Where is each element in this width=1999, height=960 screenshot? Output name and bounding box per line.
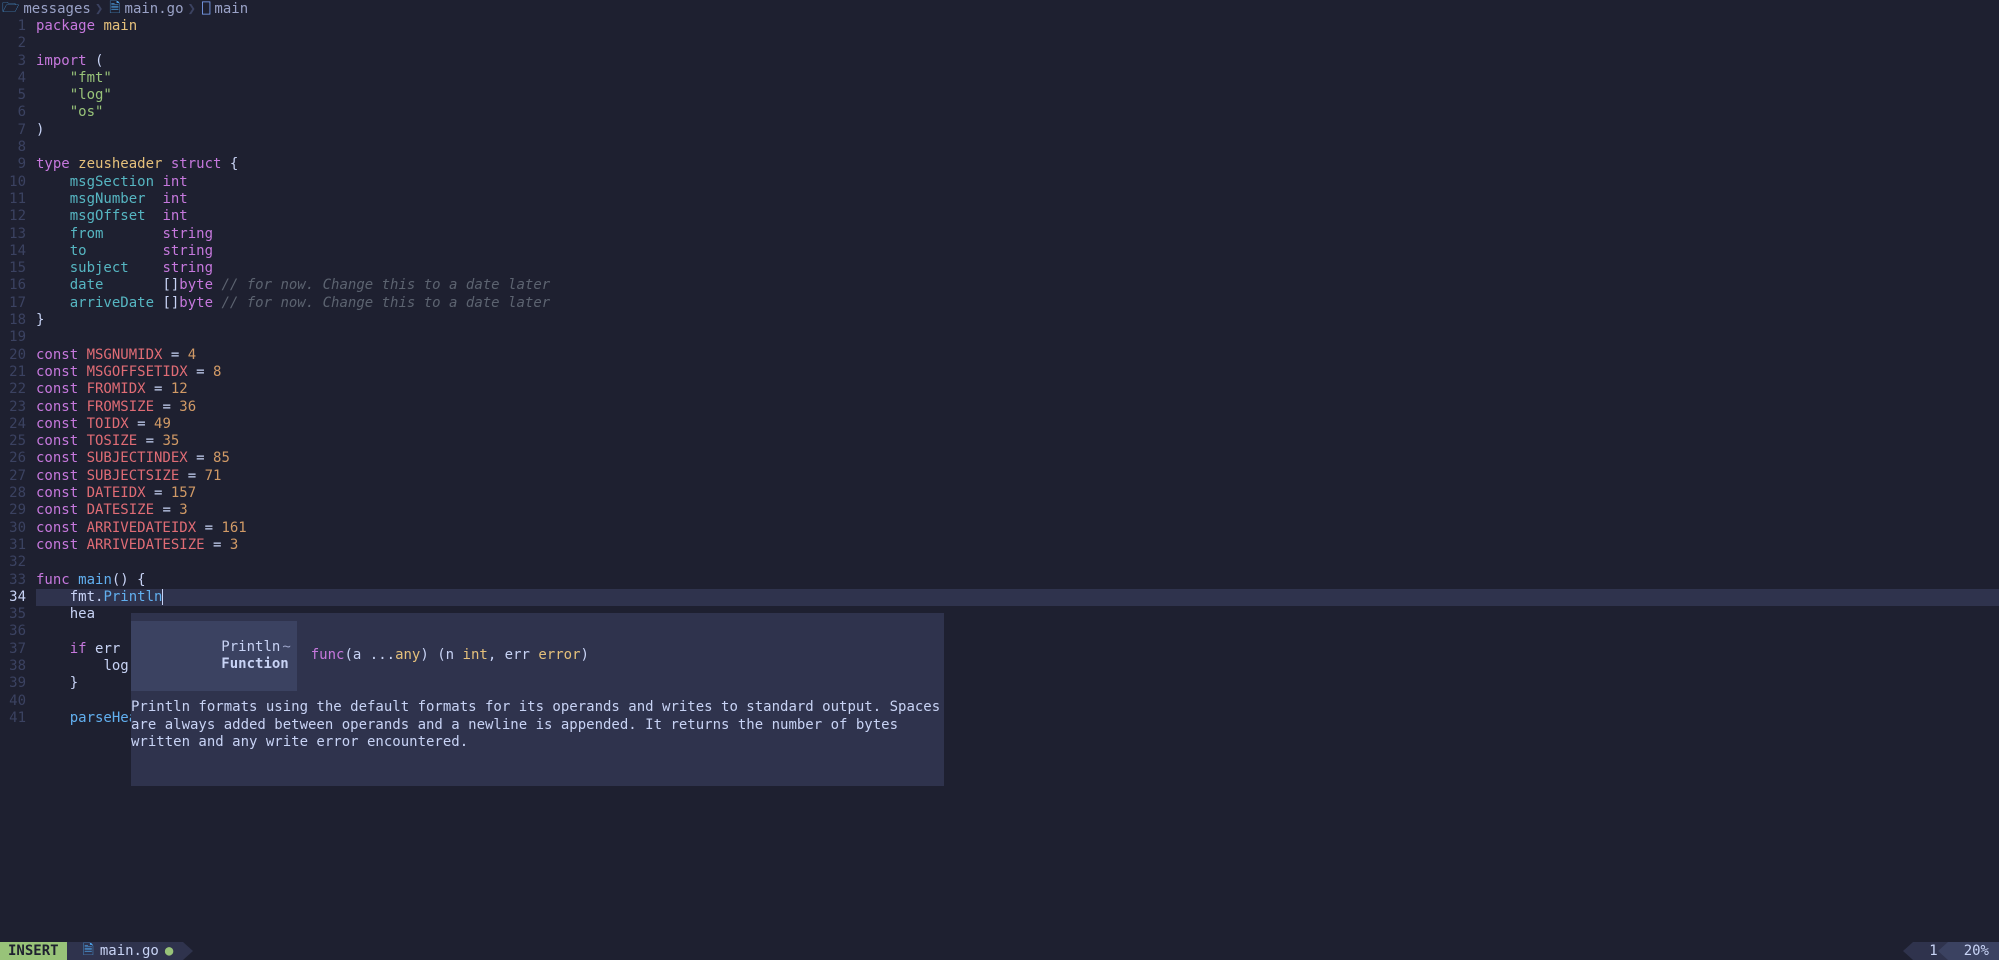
line-number: 32	[0, 554, 26, 571]
code-line[interactable]	[36, 554, 1999, 571]
line-number: 22	[0, 381, 26, 398]
code-line[interactable]: const ARRIVEDATESIZE = 3	[36, 537, 1999, 554]
line-number: 38	[0, 658, 26, 675]
line-number: 16	[0, 277, 26, 294]
symbol-icon: ⎕	[202, 1, 210, 17]
code-line[interactable]	[36, 329, 1999, 346]
line-number: 41	[0, 710, 26, 727]
code-line[interactable]: arriveDate []byte // for now. Change thi…	[36, 295, 1999, 312]
line-number: 11	[0, 191, 26, 208]
code-line[interactable]: const TOIDX = 49	[36, 416, 1999, 433]
line-number-gutter: 1234567891011121314151617181920212223242…	[0, 18, 30, 727]
line-number: 9	[0, 156, 26, 173]
line-number: 35	[0, 606, 26, 623]
line-number: 10	[0, 174, 26, 191]
line-number: 3	[0, 53, 26, 70]
editor-window: 🗁 messages ❯ 🗎 main.go ❯ ⎕ main 12345678…	[0, 0, 1999, 960]
code-line[interactable]: package main	[36, 18, 1999, 35]
code-line[interactable]: const SUBJECTINDEX = 85	[36, 450, 1999, 467]
code-line[interactable]: "log"	[36, 87, 1999, 104]
line-number: 17	[0, 295, 26, 312]
code-line[interactable]: to string	[36, 243, 1999, 260]
code-line[interactable]: const FROMSIZE = 36	[36, 399, 1999, 416]
line-number: 40	[0, 693, 26, 710]
line-number: 2	[0, 35, 26, 52]
status-file-section: 🗎 main.go ●	[67, 942, 184, 960]
modified-icon: ●	[165, 943, 173, 959]
code-line[interactable]: type zeusheader struct {	[36, 156, 1999, 173]
code-line[interactable]: const ARRIVEDATEIDX = 161	[36, 520, 1999, 537]
chevron-right-icon: ❯	[188, 1, 196, 17]
line-number: 36	[0, 623, 26, 640]
status-percent: 20%	[1948, 942, 1999, 960]
chevron-right-icon: ❯	[95, 1, 103, 17]
code-line[interactable]	[36, 35, 1999, 52]
line-number: 33	[0, 572, 26, 589]
completion-popup[interactable]: Println~ Function func(a ...any) (n int,…	[131, 613, 944, 786]
code-line[interactable]: from string	[36, 226, 1999, 243]
line-number: 14	[0, 243, 26, 260]
status-filename: main.go	[100, 943, 159, 959]
code-line[interactable]: "os"	[36, 104, 1999, 121]
code-line[interactable]: import (	[36, 53, 1999, 70]
breadcrumb-symbol[interactable]: main	[214, 1, 248, 17]
code-line[interactable]: const FROMIDX = 12	[36, 381, 1999, 398]
line-number: 26	[0, 450, 26, 467]
line-number: 24	[0, 416, 26, 433]
line-number: 15	[0, 260, 26, 277]
line-number: 23	[0, 399, 26, 416]
line-number: 20	[0, 347, 26, 364]
code-line[interactable]: }	[36, 312, 1999, 329]
line-number: 5	[0, 87, 26, 104]
line-number: 7	[0, 122, 26, 139]
line-number: 8	[0, 139, 26, 156]
line-number: 28	[0, 485, 26, 502]
line-number: 31	[0, 537, 26, 554]
tabline: 🗁 messages ❯ 🗎 main.go ❯ ⎕ main	[0, 0, 1999, 18]
completion-item-selected[interactable]: Println~ Function	[131, 621, 297, 690]
code-line[interactable]: "fmt"	[36, 70, 1999, 87]
completion-kind: Function	[221, 656, 288, 672]
code-line[interactable]: const SUBJECTSIZE = 71	[36, 468, 1999, 485]
line-number: 19	[0, 329, 26, 346]
line-number: 29	[0, 502, 26, 519]
code-line[interactable]: fmt.Println	[36, 589, 1999, 606]
line-number: 6	[0, 104, 26, 121]
line-number: 25	[0, 433, 26, 450]
completion-signature: func(a ...any) (n int, err error)	[311, 647, 589, 664]
code-line[interactable]: const MSGOFFSETIDX = 8	[36, 364, 1999, 381]
line-number: 13	[0, 226, 26, 243]
line-number: 12	[0, 208, 26, 225]
code-line[interactable]: msgOffset int	[36, 208, 1999, 225]
line-number: 21	[0, 364, 26, 381]
code-editor[interactable]: 1234567891011121314151617181920212223242…	[0, 18, 1999, 942]
completion-doc: Println formats using the default format…	[131, 699, 944, 751]
code-line[interactable]: msgNumber int	[36, 191, 1999, 208]
code-line[interactable]: const TOSIZE = 35	[36, 433, 1999, 450]
code-line[interactable]: date []byte // for now. Change this to a…	[36, 277, 1999, 294]
code-line[interactable]: )	[36, 122, 1999, 139]
line-number: 4	[0, 70, 26, 87]
code-line[interactable]: func main() {	[36, 572, 1999, 589]
code-line[interactable]: const MSGNUMIDX = 4	[36, 347, 1999, 364]
completion-item-name: Println	[221, 639, 280, 655]
breadcrumb-folder[interactable]: messages	[23, 1, 90, 17]
code-line[interactable]: const DATEIDX = 157	[36, 485, 1999, 502]
code-line[interactable]: msgSection int	[36, 174, 1999, 191]
breadcrumb-file[interactable]: main.go	[125, 1, 184, 17]
line-number: 39	[0, 675, 26, 692]
code-line[interactable]: const DATESIZE = 3	[36, 502, 1999, 519]
code-line[interactable]: subject string	[36, 260, 1999, 277]
file-type-icon: 🗎	[83, 939, 94, 960]
code-line[interactable]	[36, 139, 1999, 156]
line-number: 27	[0, 468, 26, 485]
mode-indicator: INSERT	[0, 942, 67, 960]
line-number: 30	[0, 520, 26, 537]
line-number: 37	[0, 641, 26, 658]
line-number: 1	[0, 18, 26, 35]
completion-kind-marker: ~	[282, 639, 290, 655]
line-number: 18	[0, 312, 26, 329]
line-number: 34	[0, 589, 26, 606]
statusline: INSERT 🗎 main.go ● 1 20%	[0, 942, 1999, 960]
